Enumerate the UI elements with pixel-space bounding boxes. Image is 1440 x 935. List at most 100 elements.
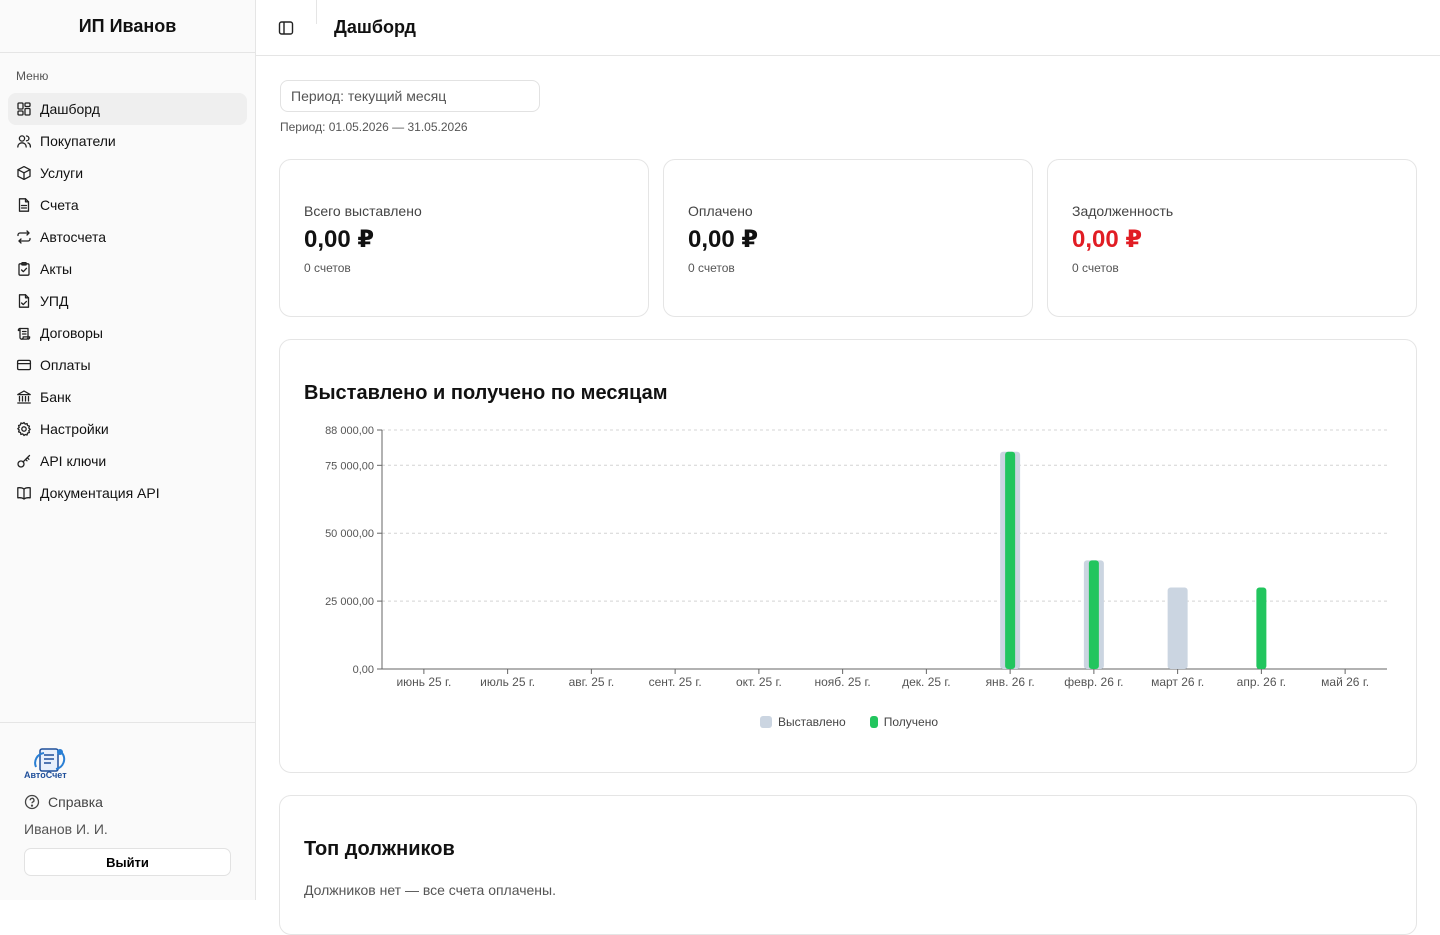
x-tick-label: апр. 26 г. bbox=[1237, 675, 1286, 689]
divider bbox=[316, 0, 317, 24]
y-tick-label: 50 000,00 bbox=[325, 528, 374, 540]
sidebar-item-repeat[interactable]: Автосчета bbox=[8, 221, 247, 253]
x-tick-label: июнь 25 г. bbox=[396, 675, 451, 689]
top-debtors-card: Топ должников Должников нет — все счета … bbox=[279, 795, 1417, 935]
users-icon bbox=[17, 135, 32, 148]
help-link[interactable]: Справка bbox=[24, 793, 103, 811]
sidebar-item-bank[interactable]: Банк bbox=[8, 381, 247, 413]
legend-swatch bbox=[869, 716, 878, 728]
sidebar-item-clipboard-check[interactable]: Акты bbox=[8, 253, 247, 285]
x-tick-label: март 26 г. bbox=[1151, 675, 1204, 689]
card-label: Задолженность bbox=[1072, 203, 1174, 219]
top-bar: Дашборд bbox=[256, 0, 1440, 56]
sidebar-menu: Дашборд Покупатели Услуги Счета Автосчета Акт… bbox=[8, 93, 247, 509]
gear-icon bbox=[17, 421, 31, 437]
help-label: Справка bbox=[48, 794, 103, 810]
dashboard-icon bbox=[17, 102, 31, 116]
menu-caption: Меню bbox=[16, 69, 49, 83]
bar-received bbox=[1256, 587, 1267, 669]
debtors-empty-text: Должников нет — все счета оплачены. bbox=[304, 882, 556, 898]
sidebar-item-label: Дашборд bbox=[40, 101, 100, 117]
company-name: ИП Иванов bbox=[0, 0, 255, 53]
page-title: Дашборд bbox=[334, 17, 416, 37]
legend-label: Получено bbox=[883, 715, 938, 729]
legend-swatch bbox=[759, 716, 772, 728]
card-count: 0 счетов bbox=[304, 261, 351, 275]
debt-card: Задолженность 0,00 ₽ 0 счетов bbox=[1047, 159, 1417, 317]
sidebar-item-label: Документация API bbox=[40, 485, 160, 501]
debtors-title: Топ должников bbox=[304, 838, 455, 860]
sidebar-item-gear[interactable]: Настройки bbox=[8, 413, 247, 445]
period-select[interactable] bbox=[280, 80, 540, 112]
y-tick-label: 75 000,00 bbox=[325, 460, 374, 472]
total-issued-card: Всего выставлено 0,00 ₽ 0 счетов bbox=[279, 159, 649, 317]
legend-label: Выставлено bbox=[777, 715, 846, 729]
card-value: 0,00 ₽ bbox=[304, 226, 375, 253]
chart-legend: Выставлено Получено bbox=[280, 715, 1418, 729]
logout-button[interactable]: Выйти bbox=[24, 848, 231, 876]
sidebar-item-users[interactable]: Покупатели bbox=[8, 125, 247, 157]
package-icon bbox=[17, 165, 31, 181]
book-icon bbox=[17, 487, 31, 500]
x-tick-label: дек. 25 г. bbox=[902, 675, 951, 689]
x-tick-label: нояб. 25 г. bbox=[814, 675, 870, 689]
sidebar-item-label: Покупатели bbox=[40, 133, 116, 149]
legend-item: Выставлено bbox=[759, 715, 846, 729]
credit-card-icon bbox=[16, 359, 32, 371]
bank-icon bbox=[17, 390, 31, 404]
sidebar-item-credit-card[interactable]: Оплаты bbox=[8, 349, 247, 381]
help-circle-icon bbox=[24, 794, 40, 810]
monthly-bar-chart: 0,00 25 000,00 50 000,00 75 000,00 88 000,00… bbox=[325, 425, 1387, 689]
x-tick-label: янв. 26 г. bbox=[986, 675, 1035, 689]
sidebar-toggle-icon[interactable] bbox=[278, 20, 294, 36]
bar-received bbox=[1005, 451, 1016, 669]
sidebar: ИП Иванов Меню Дашборд Покупатели Услуги Сч… bbox=[0, 0, 256, 900]
sidebar-item-label: Договоры bbox=[40, 325, 103, 341]
user-name: Иванов И. И. bbox=[24, 821, 108, 837]
sidebar-item-label: Счета bbox=[40, 197, 79, 213]
x-tick-label: окт. 25 г. bbox=[736, 675, 782, 689]
paid-card: Оплачено 0,00 ₽ 0 счетов bbox=[663, 159, 1033, 317]
repeat-icon bbox=[17, 230, 31, 244]
x-tick-label: авг. 25 г. bbox=[569, 675, 615, 689]
sidebar-item-file-check[interactable]: УПД bbox=[8, 285, 247, 317]
card-count: 0 счетов bbox=[688, 261, 735, 275]
bar-received bbox=[1088, 560, 1099, 669]
sidebar-item-key[interactable]: API ключи bbox=[8, 445, 247, 477]
sidebar-item-label: УПД bbox=[40, 293, 69, 309]
sidebar-item-label: Услуги bbox=[40, 165, 84, 181]
x-tick-label: сент. 25 г. bbox=[649, 675, 702, 689]
y-tick-label: 0,00 bbox=[353, 664, 374, 676]
card-value: 0,00 ₽ bbox=[1072, 226, 1143, 253]
file-text-icon bbox=[18, 198, 30, 212]
clipboard-check-icon bbox=[18, 261, 30, 276]
sidebar-item-label: Акты bbox=[40, 261, 73, 277]
sidebar-item-dashboard[interactable]: Дашборд bbox=[8, 93, 247, 125]
card-value: 0,00 ₽ bbox=[688, 226, 759, 253]
sidebar-item-label: Автосчета bbox=[40, 229, 107, 245]
logo-text: АвтоСчет bbox=[24, 770, 67, 780]
sidebar-item-scroll[interactable]: Договоры bbox=[8, 317, 247, 349]
sidebar-footer: АвтоСчет Справка Иванов И. И. Выйти bbox=[0, 722, 255, 900]
monthly-chart-card: Выставлено и получено по месяцам 0,00 25 … bbox=[279, 339, 1417, 773]
sidebar-item-package[interactable]: Услуги bbox=[8, 157, 247, 189]
y-tick-label: 25 000,00 bbox=[325, 596, 374, 608]
file-check-icon bbox=[18, 294, 30, 308]
scroll-icon bbox=[17, 327, 31, 340]
sidebar-item-label: Оплаты bbox=[40, 357, 91, 373]
y-tick-label: 88 000,00 bbox=[325, 425, 374, 437]
legend-item: Получено bbox=[869, 715, 938, 729]
sidebar-item-label: API ключи bbox=[40, 453, 107, 469]
sidebar-item-label: Настройки bbox=[40, 421, 109, 437]
x-tick-label: май 26 г. bbox=[1321, 675, 1369, 689]
card-label: Всего выставлено bbox=[304, 203, 422, 219]
sidebar-item-label: Банк bbox=[40, 389, 71, 405]
card-label: Оплачено bbox=[688, 203, 753, 219]
x-tick-label: февр. 26 г. bbox=[1064, 675, 1123, 689]
card-count: 0 счетов bbox=[1072, 261, 1119, 275]
key-icon bbox=[17, 454, 31, 468]
sidebar-item-book[interactable]: Документация API bbox=[8, 477, 247, 509]
bar-issued bbox=[1167, 587, 1188, 669]
sidebar-item-file-text[interactable]: Счета bbox=[8, 189, 247, 221]
x-tick-label: июль 25 г. bbox=[480, 675, 535, 689]
